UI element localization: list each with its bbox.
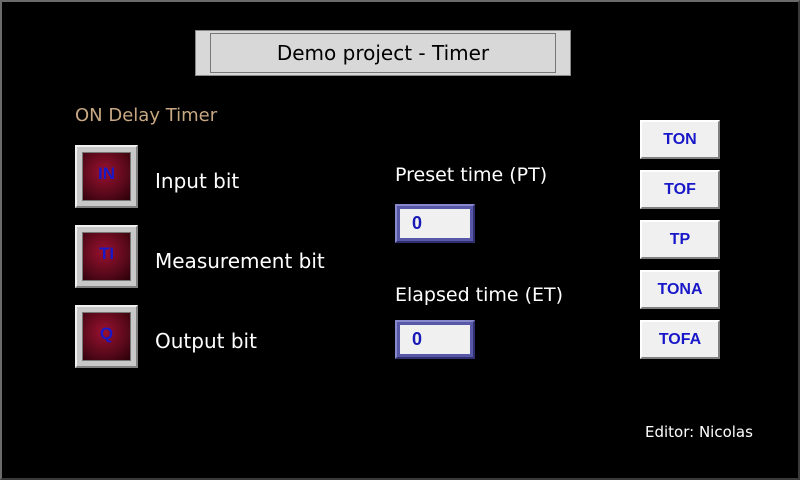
output-bit-label: Output bit [155, 329, 257, 353]
elapsed-time-field[interactable]: 0 [395, 320, 475, 359]
tof-button[interactable]: TOF [640, 170, 720, 209]
tp-button[interactable]: TP [640, 220, 720, 259]
preset-time-value: 0 [400, 209, 470, 238]
editor-credit: Editor: Nicolas [645, 423, 753, 441]
output-bit-code: Q [99, 323, 114, 343]
output-bit-button[interactable]: Q [75, 305, 138, 368]
elapsed-time-label: Elapsed time (ET) [395, 284, 564, 306]
title-panel: Demo project - Timer [195, 30, 571, 76]
measurement-bit-code: TI [98, 243, 115, 263]
tofa-button[interactable]: TOFA [640, 320, 720, 359]
preset-time-field[interactable]: 0 [395, 204, 475, 243]
ton-button[interactable]: TON [640, 120, 720, 159]
input-bit-code: IN [98, 163, 115, 183]
page-title: Demo project - Timer [210, 33, 556, 73]
input-bit-button[interactable]: IN [75, 145, 138, 208]
elapsed-time-value: 0 [400, 325, 470, 354]
measurement-bit-label: Measurement bit [155, 249, 325, 273]
input-bit-label: Input bit [155, 169, 240, 193]
input-bit-indicator: IN [82, 152, 131, 201]
preset-time-label: Preset time (PT) [395, 164, 548, 186]
tona-button[interactable]: TONA [640, 270, 720, 309]
measurement-bit-indicator: TI [82, 232, 131, 281]
section-title: ON Delay Timer [75, 105, 218, 126]
measurement-bit-button[interactable]: TI [75, 225, 138, 288]
output-bit-indicator: Q [82, 312, 131, 361]
